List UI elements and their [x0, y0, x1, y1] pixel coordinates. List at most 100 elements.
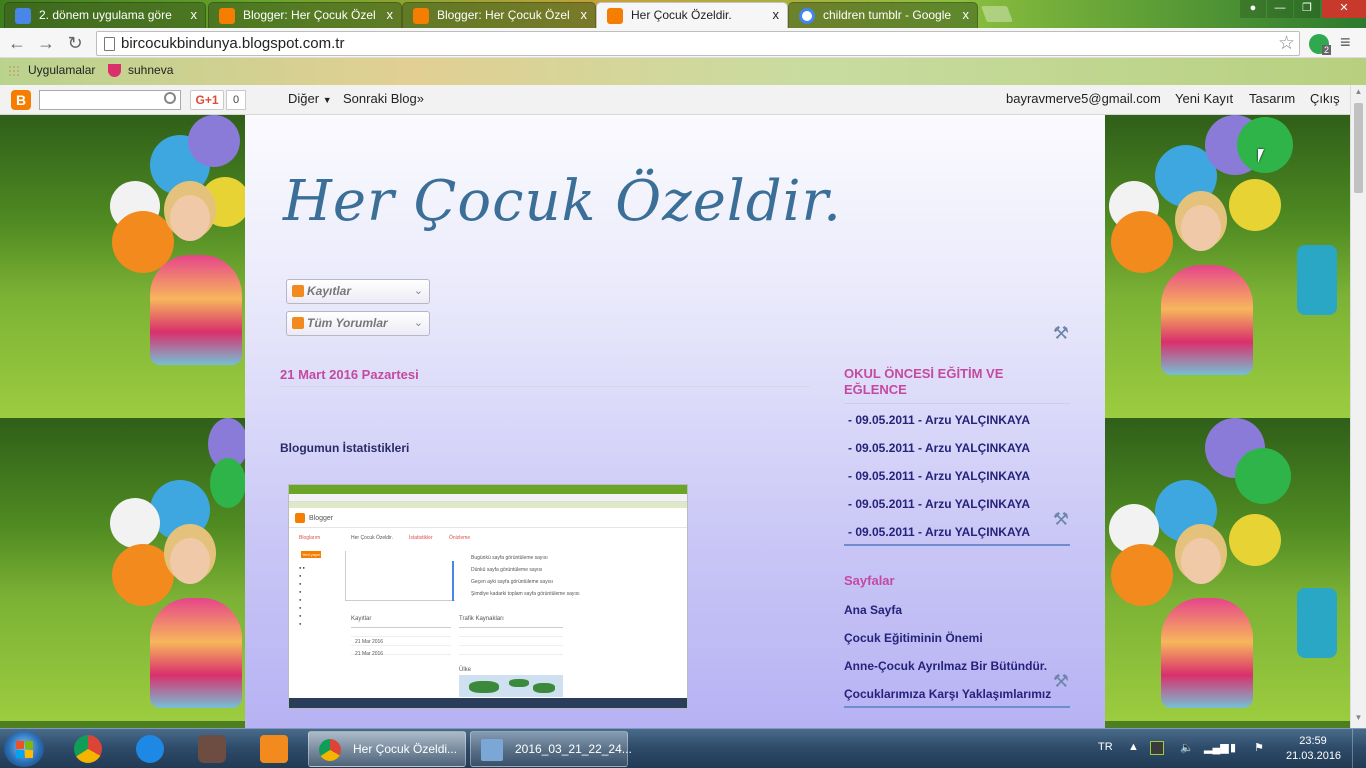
sidebar-section-title: Sayfalar [844, 573, 895, 588]
account-email[interactable]: bayravmerve5@gmail.com [1006, 91, 1161, 106]
show-desktop-button[interactable] [1352, 729, 1366, 768]
design-link[interactable]: Tasarım [1249, 91, 1295, 106]
blogger-icon [413, 8, 429, 24]
sidebar-divider [844, 706, 1070, 708]
reload-icon[interactable]: ↻ [64, 32, 86, 54]
screenshot-breadcrumb: Bloglarım [299, 535, 321, 541]
page-icon [104, 37, 115, 51]
screenshot-row-date: 21 Mar 2016 [355, 651, 384, 657]
search-icon[interactable] [164, 92, 176, 104]
sidebar-divider [844, 403, 1070, 404]
sidebar-link[interactable]: - 09.05.2011 - Arzu YALÇINKAYA [848, 497, 1030, 511]
next-blog-link[interactable]: Sonraki Blog» [343, 91, 424, 106]
browser-tab-active[interactable]: Her Çocuk Özeldir. x [596, 2, 788, 28]
address-bar[interactable]: bircocukbindunya.blogspot.com.tr ☆ [96, 31, 1300, 56]
back-arrow-icon[interactable]: ← [6, 32, 28, 54]
tray-app-icon[interactable] [1150, 741, 1164, 755]
browser-tab-docs[interactable]: 2. dönem uygulama göre x [4, 2, 206, 28]
tab-title: children tumblr - Google [823, 8, 952, 22]
feed-dropdown-comments[interactable]: Tüm Yorumlar ⌄ [286, 311, 430, 336]
tab-close-icon[interactable]: x [963, 3, 970, 27]
sidebar-link[interactable]: - 09.05.2011 - Arzu YALÇINKAYA [848, 469, 1030, 483]
new-tab-button[interactable] [981, 6, 1013, 22]
browser-tab-blogger-2[interactable]: Blogger: Her Çocuk Özel x [402, 2, 596, 28]
taskbar-window-chrome[interactable]: Her Çocuk Özeldi... [308, 731, 466, 767]
post-date: 21 Mart 2016 Pazartesi [280, 367, 419, 382]
sidebar-page-link[interactable]: Ana Sayfa [844, 603, 902, 617]
screenshot-chart [345, 551, 455, 601]
minimize-button[interactable]: — [1267, 0, 1293, 18]
screenshot-blogger-label: Blogger [309, 515, 334, 522]
action-center-flag-icon[interactable]: ⚑ [1254, 741, 1264, 754]
close-window-button[interactable]: ✕ [1322, 0, 1366, 18]
more-label: Diğer [288, 91, 320, 106]
tab-close-icon[interactable]: x [581, 3, 588, 27]
page-scrollbar[interactable]: ▲ ▼ [1350, 85, 1366, 728]
chrome-pinned-icon[interactable] [64, 733, 112, 765]
post-title[interactable]: Blogumun İstatistikleri [280, 441, 409, 455]
scroll-down-icon[interactable]: ▼ [1354, 713, 1363, 722]
url-text: bircocukbindunya.blogspot.com.tr [121, 35, 345, 52]
edit-gadget-icon[interactable]: ⚒ [1051, 671, 1071, 691]
feed-dropdown-posts[interactable]: Kayıtlar ⌄ [286, 279, 430, 304]
blog-search-input[interactable] [39, 90, 181, 110]
screenshot-stat-line: Şimdiye kadarki toplam sayfa görüntüleme… [471, 591, 580, 597]
volume-icon[interactable]: 🔈 [1180, 741, 1194, 754]
sidebar-link[interactable]: - 09.05.2011 - Arzu YALÇINKAYA [848, 525, 1030, 539]
blog-title[interactable]: Her Çocuk Özeldir. [283, 169, 842, 234]
bookmark-suhneva[interactable]: suhneva [128, 63, 173, 77]
rss-icon [292, 285, 304, 297]
system-clock[interactable]: 23:59 21.03.2016 [1286, 734, 1342, 764]
signout-link[interactable]: Çıkış [1310, 91, 1340, 106]
edit-gadget-icon[interactable]: ⚒ [1051, 509, 1071, 529]
user-icon[interactable]: ● [1240, 0, 1266, 18]
google-icon [799, 8, 815, 24]
power-icon[interactable]: ▮ [1230, 741, 1236, 754]
sidebar-link[interactable]: - 09.05.2011 - Arzu YALÇINKAYA [848, 441, 1030, 455]
edit-gadget-icon[interactable]: ⚒ [1051, 323, 1071, 343]
image-icon [481, 739, 503, 761]
blogger-icon [607, 8, 623, 24]
scrollbar-thumb[interactable] [1354, 103, 1363, 193]
clock-time: 23:59 [1299, 735, 1327, 747]
post-screenshot-image[interactable]: Blogger Bloglarım Her Çocuk Özeldir. İst… [288, 484, 688, 709]
browser-menu-icon[interactable]: ≡ [1340, 33, 1356, 51]
clock-date: 21.03.2016 [1286, 750, 1342, 762]
screenshot-traffic-header: Trafik Kaynakları [459, 616, 504, 622]
taskbar-window-label: 2016_03_21_22_24... [515, 742, 632, 756]
caret-down-icon: ▼ [322, 95, 332, 105]
sidebar-link[interactable]: - 09.05.2011 - Arzu YALÇINKAYA [848, 413, 1030, 427]
network-signal-icon[interactable]: ▂▄▆ [1204, 741, 1229, 754]
scroll-up-icon[interactable]: ▲ [1354, 87, 1363, 96]
blogger-logo-icon[interactable]: B [11, 90, 31, 110]
docs-icon [15, 8, 31, 24]
chevron-down-icon: ⌄ [413, 317, 423, 329]
new-post-link[interactable]: Yeni Kayıt [1175, 91, 1233, 106]
browser-toolbar: ← → ↻ bircocukbindunya.blogspot.com.tr ☆… [0, 28, 1366, 58]
blogger-icon [219, 8, 235, 24]
start-button[interactable] [4, 731, 44, 767]
forward-arrow-icon[interactable]: → [35, 32, 57, 54]
instagram-icon[interactable] [188, 733, 236, 765]
maximize-button[interactable]: ❐ [1294, 0, 1320, 18]
taskbar-window-label: Her Çocuk Özeldi... [353, 742, 458, 756]
tab-close-icon[interactable]: x [191, 3, 198, 27]
browser-tab-blogger-1[interactable]: Blogger: Her Çocuk Özel x [208, 2, 402, 28]
browser-tab-google[interactable]: children tumblr - Google x [788, 2, 978, 28]
more-menu[interactable]: Diğer ▼ [288, 91, 332, 106]
tab-close-icon[interactable]: x [773, 3, 780, 27]
tab-close-icon[interactable]: x [387, 3, 394, 27]
sidebar-page-link[interactable]: Anne-Çocuk Ayrılmaz Bir Bütündür. [844, 659, 1047, 673]
taskbar-window-image[interactable]: 2016_03_21_22_24... [470, 731, 632, 767]
mouse-cursor-icon [1258, 149, 1264, 163]
bookmark-star-icon[interactable]: ☆ [1278, 32, 1295, 55]
media-player-icon[interactable] [250, 733, 298, 765]
language-indicator[interactable]: TR [1098, 741, 1113, 753]
bookmark-apps[interactable]: Uygulamalar [28, 63, 95, 77]
internet-explorer-icon[interactable] [126, 733, 174, 765]
screenshot-new-post-label: Yeni yayın [302, 552, 321, 557]
sidebar-page-link[interactable]: Çocuk Eğitiminin Önemi [844, 631, 983, 645]
gplus-button[interactable]: G+1 [190, 90, 224, 110]
tray-expand-icon[interactable]: ▲ [1128, 741, 1139, 753]
sidebar-page-link[interactable]: Çocuklarımıza Karşı Yaklaşımlarımız [844, 687, 1051, 701]
